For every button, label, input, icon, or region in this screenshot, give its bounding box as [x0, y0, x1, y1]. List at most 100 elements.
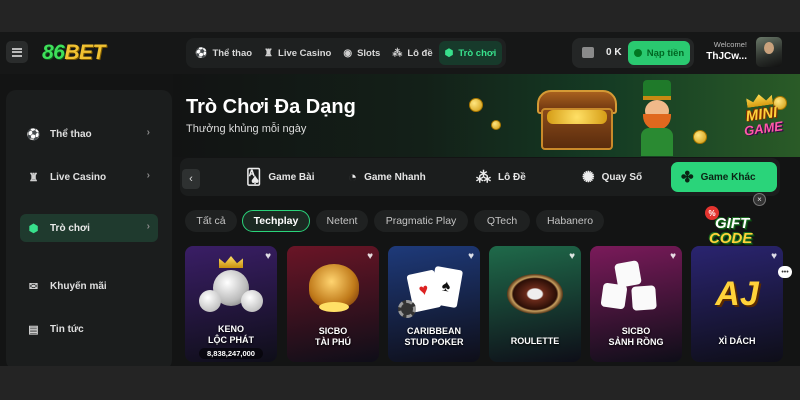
close-icon[interactable]: ×: [753, 193, 766, 206]
category-lo-de[interactable]: ⁂ Lô Đề: [466, 162, 536, 192]
dice-icon: ⬢: [28, 222, 39, 235]
deposit-button[interactable]: Nạp tiền: [628, 41, 690, 65]
speedometer-icon: ◔: [348, 168, 358, 186]
spinner-icon: ✺: [582, 169, 595, 186]
nav-item-slots[interactable]: ◉ Slots: [337, 41, 386, 65]
gift-icon: ✉: [28, 280, 39, 293]
mini-game-badge[interactable]: MINI GAME: [730, 90, 794, 146]
favorite-heart-icon[interactable]: ♥: [367, 251, 373, 262]
nav-item-lo-de[interactable]: ⁂ Lô đề: [386, 41, 438, 65]
chevron-right-icon: ›: [146, 127, 150, 138]
jackpot-amount: 8,838,247,000: [199, 348, 263, 359]
gift-line-2: CODE: [709, 230, 753, 247]
provider-chip-pragmatic-play[interactable]: Pragmatic Play: [374, 210, 468, 232]
sidebar-item-label: Khuyến mãi: [50, 280, 107, 292]
game-title: SICBO SẢNH RỒNG: [608, 326, 664, 347]
favorite-heart-icon[interactable]: ♥: [265, 251, 271, 262]
chevron-right-icon: ›: [146, 170, 150, 181]
favorite-heart-icon[interactable]: ♥: [771, 251, 777, 262]
nav-item-live-casino[interactable]: ♜ Live Casino: [258, 41, 337, 65]
provider-chip-techplay[interactable]: Techplay: [242, 210, 310, 232]
gold-coin-icon: [469, 98, 483, 112]
app-frame: 86BET ⚽ Thể thao ♜ Live Casino ◉ Slots ⁂ Lô …: [0, 32, 800, 366]
welcome-text: Welcome!: [713, 40, 747, 49]
provider-chip-tat-ca[interactable]: Tất cả: [185, 210, 237, 232]
dice-icon: [631, 285, 657, 311]
category-game-bai[interactable]: 🂡 Game Bài: [236, 162, 325, 192]
puzzle-icon: ✤: [681, 169, 694, 186]
favorite-heart-icon[interactable]: ♥: [468, 251, 474, 262]
wallet: 0 K Nạp tiền: [572, 38, 694, 68]
soccer-ball-icon: ⚽: [26, 128, 41, 141]
game-card-sicbo-sanh-rong[interactable]: ♥ SICBO SẢNH RỒNG: [590, 246, 682, 362]
chevron-right-icon: ›: [146, 221, 150, 232]
category-bar: ‹ 🂡 Game Bài ◔ Game Nhanh ⁂ Lô Đề ✺ Quay Số …: [180, 158, 780, 196]
avatar[interactable]: [756, 37, 782, 67]
game-title: CARIBBEAN STUD POKER: [404, 326, 464, 347]
treasure-chest-illustration: [533, 84, 623, 154]
favorite-heart-icon[interactable]: ♥: [670, 251, 676, 262]
sidebar: ⚽ Thể thao › ♜ Live Casino › ⬢ Trò chơi › ✉…: [6, 90, 172, 366]
sidebar-item-tro-choi[interactable]: ⬢ Trò chơi ›: [20, 214, 158, 242]
sidebar-item-tin-tuc[interactable]: ▤ Tin tức: [20, 315, 158, 343]
deposit-label: Nạp tiền: [646, 47, 685, 59]
sidebar-item-the-thao[interactable]: ⚽ Thể thao ›: [20, 120, 158, 148]
provider-chip-habanero[interactable]: Habanero: [536, 210, 604, 232]
category-label: Game Bài: [268, 171, 315, 183]
sidebar-item-label: Live Casino: [50, 171, 107, 183]
casino-chip-icon: ♜: [28, 171, 39, 184]
chat-icon[interactable]: •••: [778, 266, 792, 278]
casino-chip-icon: ♜: [264, 47, 274, 59]
category-quay-so[interactable]: ✺ Quay Số: [572, 162, 652, 192]
game-card-roulette[interactable]: ♥ ROULETTE: [489, 246, 581, 362]
nav-item-the-thao[interactable]: ⚽ Thể thao: [189, 41, 258, 65]
playing-cards-icon: 🂡: [246, 169, 262, 186]
category-game-nhanh[interactable]: ◔ Game Nhanh: [338, 162, 436, 192]
casino-chip-icon: [398, 300, 416, 318]
top-bar: 86BET ⚽ Thể thao ♜ Live Casino ◉ Slots ⁂ Lô …: [0, 32, 800, 74]
nav-label: Thể thao: [212, 47, 253, 59]
category-game-khac[interactable]: ✤ Game Khác: [671, 162, 777, 192]
provider-chip-qtech[interactable]: QTech: [474, 210, 530, 232]
dice-icon: [600, 282, 628, 310]
lottery-balls-icon: ⁂: [476, 169, 491, 186]
provider-chip-netent[interactable]: Netent: [316, 210, 368, 232]
percent-tag-icon: %: [705, 206, 719, 220]
game-card-caribbean-stud-poker[interactable]: ♥ ♠ ♥ CARIBBEAN STUD POKER: [388, 246, 480, 362]
game-card-keno-loc-phat[interactable]: ♥ KENO LỘC PHÁT 8,838,247,000: [185, 246, 277, 362]
logo-number: 86: [42, 41, 65, 64]
crown-icon: [219, 256, 243, 268]
gold-coin-icon: [491, 120, 501, 130]
sidebar-item-label: Trò chơi: [50, 222, 90, 234]
nav-label: Slots: [357, 47, 381, 59]
menu-icon[interactable]: [6, 41, 28, 63]
category-label: Game Nhanh: [364, 171, 426, 183]
wallet-balance: 0 K: [606, 47, 622, 58]
news-icon: ▤: [28, 323, 39, 336]
logo[interactable]: 86BET: [42, 41, 105, 65]
aj-logo-illustration: AJ: [715, 275, 759, 313]
sidebar-item-label: Tin tức: [50, 323, 84, 335]
category-label: Lô Đề: [498, 171, 526, 183]
game-card-xi-dach[interactable]: AJ ♥ XÌ DÁCH: [691, 246, 783, 362]
slot-eye-icon: ◉: [343, 47, 353, 59]
sidebar-item-live-casino[interactable]: ♜ Live Casino ›: [20, 163, 158, 191]
nav-label: Trò chơi: [458, 47, 497, 59]
game-card-sicbo-tai-phu[interactable]: ♥ SICBO TÀI PHÚ: [287, 246, 379, 362]
nav-label: Live Casino: [278, 47, 332, 59]
sidebar-item-khuyen-mai[interactable]: ✉ Khuyến mãi: [20, 272, 158, 300]
category-label: Quay Số: [601, 171, 643, 183]
nav-item-tro-choi[interactable]: ⬢ Trò chơi: [438, 41, 503, 65]
favorite-heart-icon[interactable]: ♥: [569, 251, 575, 262]
soccer-ball-icon: ⚽: [195, 47, 208, 59]
game-title: XÌ DÁCH: [718, 336, 756, 346]
playing-card-illustration: ♠: [428, 265, 464, 309]
banner-subtitle: Thưởng khủng mỗi ngày: [186, 123, 307, 135]
gift-code-badge[interactable]: % GIFT CODE: [703, 202, 767, 256]
logo-text: BET: [64, 41, 105, 64]
game-title: SICBO TÀI PHÚ: [315, 326, 351, 347]
chevron-left-icon[interactable]: ‹: [182, 169, 200, 189]
nav-label: Lô đề: [407, 47, 433, 59]
deposit-icon: [633, 49, 642, 57]
user-greeting: Welcome! ThJCw...: [705, 40, 747, 62]
